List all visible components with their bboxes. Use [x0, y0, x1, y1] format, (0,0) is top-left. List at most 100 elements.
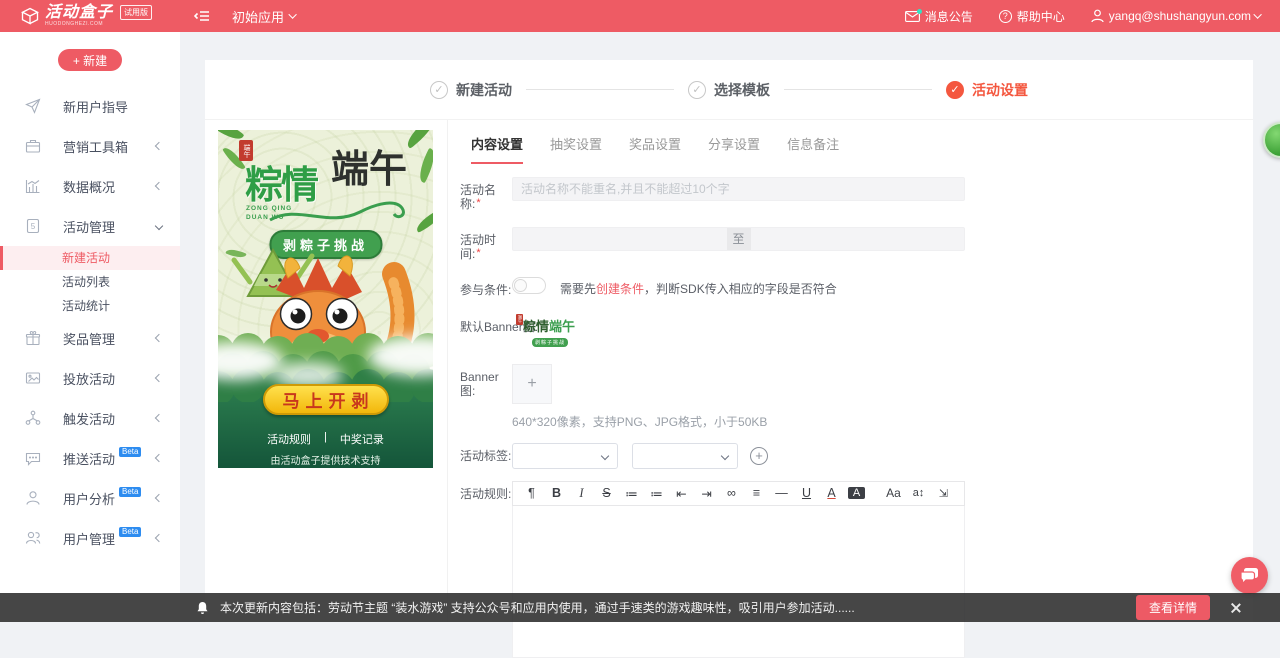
align-icon[interactable]: ≡: [744, 486, 769, 500]
italic-icon[interactable]: I: [569, 486, 594, 501]
banner-upload-hint: 640*320像素，支持PNG、JPG格式，小于50KB: [512, 413, 767, 430]
underline-icon[interactable]: U: [794, 486, 819, 500]
sidebar-collapse-icon[interactable]: [194, 9, 210, 23]
sidebar-item-activity-management[interactable]: 5 活动管理: [0, 206, 180, 246]
field-activity-rules: 活动规则: ¶ B I S ≔ ≔ ⇤ ⇥ ∞ ≡ — U: [460, 481, 1253, 658]
condition-toggle[interactable]: [512, 277, 546, 294]
bold-icon[interactable]: B: [544, 486, 569, 500]
date-range-picker[interactable]: 至: [512, 227, 965, 251]
banner-upload-box[interactable]: +: [512, 364, 552, 404]
chevron-left-icon: [155, 494, 163, 502]
poster-link-divider: |: [324, 431, 327, 447]
app-selector-dropdown[interactable]: 初始应用: [232, 7, 297, 26]
step-label: 活动设置: [972, 80, 1028, 100]
outdent-icon[interactable]: ⇤: [669, 486, 694, 501]
sidebar-item-label: 用户管理Beta: [63, 529, 156, 548]
link-icon[interactable]: ∞: [719, 486, 744, 500]
sidebar-item-label: 推送活动Beta: [63, 449, 156, 468]
fullscreen-icon[interactable]: ⇲: [931, 487, 956, 500]
field-label: 活动规则:: [460, 481, 512, 501]
view-details-button[interactable]: 查看详情: [1136, 595, 1210, 620]
chat-fab-button[interactable]: [1231, 557, 1268, 594]
bullet-list-icon[interactable]: ≔: [619, 486, 644, 501]
step-check-icon: ✓: [430, 81, 448, 99]
tab-share-settings[interactable]: 分享设置: [708, 134, 760, 164]
tag-select-1[interactable]: [512, 443, 618, 469]
tag-select-2[interactable]: [632, 443, 738, 469]
highlight-color-icon[interactable]: A: [848, 487, 865, 499]
sidebar-item-data-overview[interactable]: 数据概况: [0, 166, 180, 206]
close-icon[interactable]: [1230, 602, 1242, 614]
chevron-left-icon: [155, 182, 163, 190]
required-mark: *: [476, 197, 480, 209]
poster-start-button: 马上开剥: [263, 384, 389, 415]
submenu-item-activity-list[interactable]: 活动列表: [0, 270, 180, 294]
app-logo[interactable]: 活动盒子 HUODONGHEZI.COM 试用版: [0, 5, 180, 27]
sidebar-item-trigger-activity[interactable]: 触发活动: [0, 398, 180, 438]
account-menu[interactable]: yangq@shushangyun.com: [1091, 9, 1262, 23]
toggle-knob: [514, 279, 527, 292]
indent-icon[interactable]: ⇥: [694, 486, 719, 501]
rich-text-editor: ¶ B I S ≔ ≔ ⇤ ⇥ ∞ ≡ — U A A Aa: [512, 481, 965, 658]
sidebar-item-prize-management[interactable]: 奖品管理: [0, 318, 180, 358]
field-activity-time: 活动时间:* 至: [460, 227, 1253, 262]
sidebar-item-label: 触发活动: [63, 409, 156, 428]
help-center-link[interactable]: ? 帮助中心: [999, 8, 1065, 25]
activity-name-input[interactable]: [512, 177, 965, 201]
tab-prize-settings[interactable]: 奖品设置: [629, 134, 681, 164]
horizontal-rule-icon[interactable]: —: [769, 486, 794, 500]
field-label: 活动标签:: [460, 443, 512, 463]
activity-preview-poster: 端午 粽情 端午 ZONG QINGDUAN WU 剥粽子挑战: [218, 130, 433, 468]
messages-link[interactable]: 消息公告: [905, 8, 973, 25]
field-banner-upload: Banner图: + 640*320像素，支持PNG、JPG格式，小于50KB: [460, 364, 1253, 430]
numbered-list-icon[interactable]: ≔: [644, 486, 669, 501]
chat-bubble-icon: [25, 450, 42, 466]
swirl-decoration: [268, 186, 418, 230]
gift-icon: [25, 330, 42, 346]
step-check-icon: ✓: [688, 81, 706, 99]
sidebar-item-label: 数据概况: [63, 177, 156, 196]
start-date-input[interactable]: [513, 228, 727, 250]
font-family-icon[interactable]: Aa: [881, 486, 906, 500]
users-icon: [25, 530, 42, 546]
chevron-down-icon: [721, 452, 729, 460]
editor-content-area[interactable]: [512, 506, 965, 658]
font-size-icon[interactable]: a↕: [906, 487, 931, 499]
field-label: 活动时间:*: [460, 227, 512, 262]
sidebar-item-new-user-guide[interactable]: 新用户指导: [0, 86, 180, 126]
submenu-item-activity-stats[interactable]: 活动统计: [0, 294, 180, 318]
tab-content-settings[interactable]: 内容设置: [471, 134, 523, 164]
step-label: 选择模板: [714, 80, 770, 100]
tab-info-notes[interactable]: 信息备注: [787, 134, 839, 164]
sidebar-item-push-activity[interactable]: 推送活动Beta: [0, 438, 180, 478]
plus-icon: +: [527, 375, 536, 393]
chevron-down-icon: [155, 222, 163, 230]
sidebar-item-user-analysis[interactable]: 用户分析Beta: [0, 478, 180, 518]
tab-lottery-settings[interactable]: 抽奖设置: [550, 134, 602, 164]
new-activity-button[interactable]: + 新建: [58, 49, 122, 71]
sidebar-item-user-management[interactable]: 用户管理Beta: [0, 518, 180, 558]
submenu-item-new-activity[interactable]: 新建活动: [0, 246, 180, 270]
account-email: yangq@shushangyun.com: [1109, 9, 1251, 23]
chevron-left-icon: [155, 334, 163, 342]
add-tag-button[interactable]: +: [750, 447, 768, 465]
default-banner-image: 端午 粽情端午 剥粽子挑战: [516, 314, 580, 354]
field-activity-tags: 活动标签: +: [460, 443, 1253, 469]
create-condition-link[interactable]: 创建条件: [596, 282, 644, 296]
end-date-input[interactable]: [751, 228, 965, 250]
sidebar-item-placement-activity[interactable]: 投放活动: [0, 358, 180, 398]
field-participation-condition: 参与条件: 需要先创建条件，判断SDK传入相应的字段是否符合: [460, 277, 1253, 297]
briefcase-icon: [25, 138, 42, 154]
paragraph-icon[interactable]: ¶: [519, 486, 544, 500]
settings-tabs: 内容设置 抽奖设置 奖品设置 分享设置 信息备注: [460, 120, 1253, 164]
font-color-icon[interactable]: A: [819, 486, 844, 500]
strikethrough-icon[interactable]: S: [594, 486, 619, 500]
vertical-divider: [447, 120, 448, 622]
date-range-separator: 至: [727, 228, 751, 250]
flow-icon: [25, 410, 42, 426]
floating-service-badge[interactable]: [1263, 122, 1280, 158]
app-selector-label: 初始应用: [232, 7, 284, 26]
sidebar-item-marketing-toolbox[interactable]: 营销工具箱: [0, 126, 180, 166]
step-indicator: ✓ 新建活动 ✓ 选择模板 ✓ 活动设置: [205, 60, 1253, 120]
poster-title-dark: 端午: [331, 138, 407, 193]
